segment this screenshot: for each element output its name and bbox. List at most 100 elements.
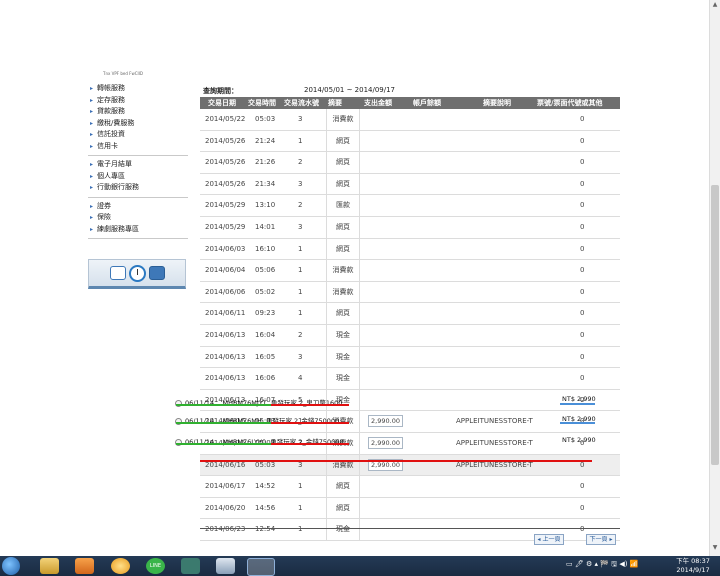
cell-time: 05:06	[255, 266, 276, 275]
cell-seq: 3	[298, 179, 303, 188]
cell-memo: 現金	[326, 324, 360, 346]
prev-page-button[interactable]: ◂ 上一頁	[534, 534, 564, 545]
sidebar-item-personal[interactable]: 個人專區	[88, 171, 188, 183]
table-row-selected: 2014/06/16 05:03 3 消費款 2,990.00 APPLEITUNESST…	[200, 454, 620, 477]
overlay-amount-1: NT$ 2,990	[562, 395, 596, 403]
cell-time: 21:26	[255, 158, 276, 167]
overlay-text: 勇發玩家 2_鬼刀幣1600	[270, 399, 343, 407]
cell-date: 2014/06/20	[205, 503, 246, 512]
sidebar-item-loan[interactable]: 貸款服務	[88, 106, 188, 118]
cell-seq: 2	[298, 201, 303, 210]
cell-seq: 3	[298, 352, 303, 361]
sidebar-group-3: 證券 保險 練劇服務專區	[88, 200, 188, 239]
sidebar-item-deposit[interactable]: 定存服務	[88, 95, 188, 107]
sidebar-item-credit-card[interactable]: 信用卡	[88, 141, 188, 153]
scrollbar-thumb[interactable]	[711, 185, 719, 465]
scroll-down-icon[interactable]: ▼	[712, 545, 718, 551]
cell-time: 14:52	[255, 482, 276, 491]
cell-other: 0	[580, 503, 585, 512]
sidebar-item-insurance[interactable]: 保險	[88, 212, 188, 224]
sidebar-item-trust[interactable]: 信託投資	[88, 129, 188, 141]
sidebar-item-mobile-bank[interactable]: 行動銀行服務	[88, 182, 188, 194]
cell-seq: 1	[298, 525, 303, 534]
sidebar-item-statement[interactable]: 電子月結單	[88, 159, 188, 171]
next-page-button[interactable]: 下一頁 ▸	[586, 534, 616, 545]
cell-other: 0	[580, 266, 585, 275]
taskbar-clock[interactable]: 下午 08:37 2014/9/17	[673, 557, 713, 575]
sidebar-item-securities[interactable]: 證券	[88, 201, 188, 213]
highlight-line	[200, 460, 592, 462]
cell-memo: 網頁	[326, 303, 360, 324]
cell-date: 2014/05/22	[205, 115, 246, 123]
sidebar-item-tax[interactable]: 繳稅/費服務	[88, 118, 188, 130]
cell-seq: 1	[298, 503, 303, 512]
calendar-icon[interactable]	[109, 266, 126, 280]
table-header: 交易日期 交易時間 交易流水號 摘要 支出金額 帳戶餘額 摘要說明 票號/票面代…	[200, 97, 620, 109]
cell-time: 12:54	[255, 525, 276, 534]
cell-date: 2014/05/29	[205, 201, 246, 210]
query-period: 查詢期間： 2014/05/01 ~ 2014/09/17	[203, 86, 623, 96]
overlay-date: 06/11/14	[185, 399, 215, 407]
cell-other: 0	[580, 222, 585, 231]
cell-date: 2014/05/26	[205, 179, 246, 188]
start-orb[interactable]	[2, 557, 20, 575]
cell-other: 0	[580, 136, 585, 145]
cell-time: 05:02	[255, 287, 276, 296]
cell-memo: 消費款	[326, 260, 360, 281]
pdf-reader-icon[interactable]	[181, 558, 200, 574]
highlight-line	[560, 403, 595, 405]
transaction-table: 2014/05/22 05:03 3 消費款 0 2014/05/26 21:24 1 網頁 0…	[200, 109, 620, 541]
table-row: 2014/06/11 09:23 1 網頁 0	[200, 303, 620, 325]
table-row: 2014/06/17 14:52 1 網頁 0	[200, 476, 620, 498]
cell-time: 16:06	[255, 374, 276, 383]
cell-seq: 1	[298, 136, 303, 145]
media-player-icon[interactable]	[75, 558, 94, 574]
cell-seq: 1	[298, 287, 303, 296]
clock-date: 2014/9/17	[676, 566, 710, 574]
table-row: 2014/05/26 21:26 2 網頁 0	[200, 152, 620, 174]
calculator-icon[interactable]	[148, 266, 165, 280]
table-row: 2014/06/13 16:04 2 現金 0	[200, 324, 620, 347]
overlay-code: MHBM76MH	[222, 417, 262, 425]
highlight-line	[271, 443, 349, 445]
cell-seq: 2	[298, 158, 303, 167]
page-scrollbar[interactable]: ▲ ▼	[709, 0, 720, 556]
cell-other: 0	[580, 179, 585, 188]
cell-memo: 現金	[326, 346, 360, 368]
col-date: 交易日期	[208, 99, 236, 107]
file-explorer-icon[interactable]	[40, 558, 59, 574]
cell-desc: APPLEITUNESSTORE-T	[456, 417, 533, 426]
table-row: 2014/06/13 16:05 3 現金 0	[200, 346, 620, 369]
cell-date: 2014/06/04	[205, 266, 246, 275]
sidebar-group-2: 電子月結單 個人專區 行動銀行服務	[88, 158, 188, 198]
cell-time: 13:10	[255, 201, 276, 210]
cell-time: 21:34	[255, 179, 276, 188]
table-row: 2014/06/13 16:06 4 現金 0	[200, 368, 620, 390]
cell-other: 0	[580, 374, 585, 383]
sidebar-item-transfer[interactable]: 轉帳服務	[88, 83, 188, 95]
table-row: 2014/06/04 05:06 1 消費款 0	[200, 260, 620, 282]
table-bottom-rule	[200, 528, 620, 529]
cell-date: 2014/06/13	[205, 352, 246, 361]
clock-icon[interactable]	[128, 264, 146, 282]
table-row: 2014/05/29 14:01 3 網頁 0	[200, 216, 620, 239]
cell-memo: 網頁	[326, 130, 360, 152]
table-row: 2014/06/06 05:02 1 消費款 0	[200, 281, 620, 304]
firefox-icon[interactable]	[247, 558, 275, 576]
sidebar-tools	[88, 259, 186, 289]
cell-date: 2014/06/13	[205, 330, 246, 339]
cell-seq: 1	[298, 309, 303, 318]
overlay-date: 06/11/14	[185, 417, 215, 425]
cell-memo: 網頁	[326, 497, 360, 519]
scroll-up-icon[interactable]: ▲	[712, 2, 718, 8]
tool-app-icon[interactable]	[216, 558, 235, 574]
cell-memo: 網頁	[326, 152, 360, 173]
highlight-line	[176, 422, 271, 424]
line-app-icon[interactable]: LINE	[146, 558, 165, 574]
cell-other: 0	[580, 244, 585, 253]
game-app-icon[interactable]	[111, 558, 130, 574]
bank-logo-text: Tnx VPF bed FwCIID	[103, 71, 143, 76]
cell-memo: 現金	[326, 519, 360, 540]
sidebar-item-service-zone[interactable]: 練劇服務專區	[88, 224, 188, 236]
system-tray[interactable]: ▭ 🖊 ⚙ ▴ 🏁 🖫 ◀) 📶	[566, 560, 638, 571]
